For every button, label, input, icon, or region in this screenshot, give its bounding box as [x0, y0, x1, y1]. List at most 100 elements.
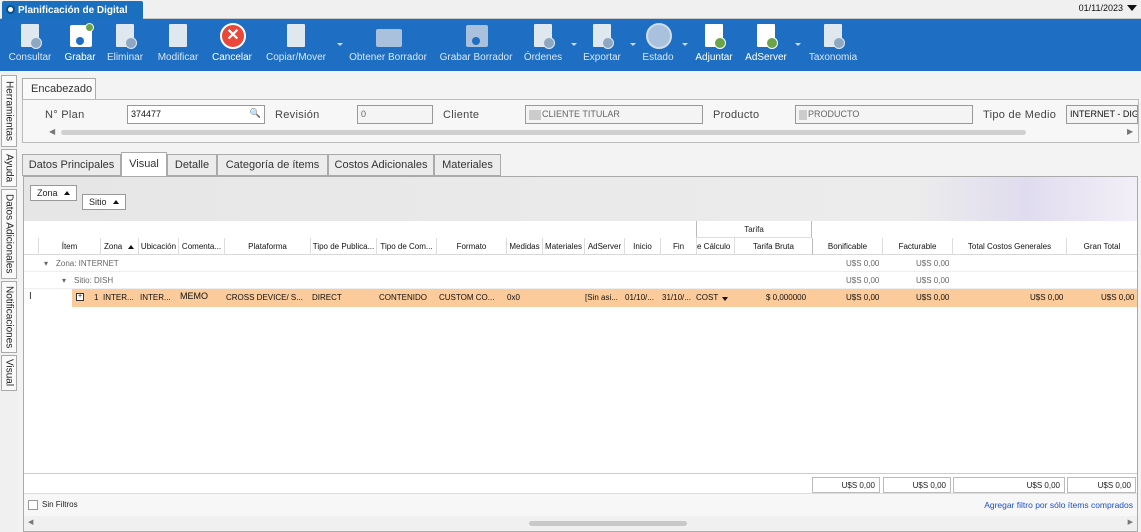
col-comentario[interactable]: Comenta... [178, 238, 224, 255]
sin-filtros-label: Sin Filtros [42, 500, 78, 509]
dropdown-arrow-icon[interactable] [1127, 5, 1137, 11]
consultar-button[interactable]: Consultar [6, 21, 54, 69]
revision-field[interactable]: 0 [357, 105, 433, 124]
scroll-right-icon[interactable]: ▶ [1128, 518, 1133, 526]
revision-label: Revisión [275, 109, 320, 121]
col-facturable[interactable]: Facturable [882, 238, 952, 255]
tab-ayuda[interactable]: Ayuda [1, 149, 17, 187]
adserver-button[interactable]: AdServer [744, 21, 788, 69]
copiar-dropdown-icon[interactable] [337, 43, 343, 46]
cliente-value: CLIENTE TITULAR [542, 109, 620, 119]
col-item[interactable]: Ítem [38, 238, 100, 255]
ordenes-dropdown-icon[interactable] [571, 43, 577, 46]
scroll-right-icon[interactable]: ▶ [1127, 127, 1133, 136]
tab-datos-principales[interactable]: Datos Principales [22, 154, 121, 176]
col-adserver[interactable]: AdServer [584, 238, 624, 255]
cliente-label: Cliente [443, 109, 480, 121]
collapse-icon[interactable]: ▾ [62, 276, 66, 285]
group-sitio-button[interactable]: Sitio [82, 194, 126, 210]
col-tarifa-bruta[interactable]: Tarifa Bruta [734, 238, 812, 255]
col-zona[interactable]: Zona [100, 238, 136, 255]
scroll-thumb[interactable] [529, 521, 687, 526]
filter-link[interactable]: Agregar filtro por sólo ítems comprados [984, 500, 1133, 510]
sort-up-icon [128, 245, 135, 249]
cancelar-button[interactable]: ✕ Cancelar [210, 21, 254, 69]
medio-label: Tipo de Medio [983, 109, 1057, 121]
modificar-button[interactable]: Modificar [154, 21, 202, 69]
tab-visual[interactable]: Visual [121, 152, 167, 176]
edit-document-icon [169, 24, 187, 47]
window-title: Planificación de Digital [18, 4, 128, 16]
adserver-dropdown-icon[interactable] [795, 43, 801, 46]
search-icon[interactable]: 🔍 [250, 108, 261, 119]
tab-costos-adicionales[interactable]: Costos Adicionales [328, 154, 434, 176]
group-row-zona[interactable]: ▾ Zona: INTERNET U$S 0,00 U$S 0,00 [24, 255, 1137, 272]
estado-dropdown-icon[interactable] [682, 43, 688, 46]
collapse-icon[interactable]: ▾ [44, 259, 48, 268]
copy-icon [287, 24, 305, 47]
cliente-field[interactable]: CLIENTE TITULAR [525, 105, 703, 124]
sort-up-icon [63, 191, 70, 195]
date-value: 01/11/2023 [1078, 3, 1123, 13]
expand-icon[interactable]: + [76, 293, 84, 301]
tab-notificaciones[interactable]: Notificaciones [1, 281, 17, 353]
exportar-dropdown-icon[interactable] [630, 43, 636, 46]
sin-filtros-checkbox[interactable] [28, 500, 38, 510]
col-tipo-compra[interactable]: Tipo de Com... [376, 238, 436, 255]
plan-input[interactable]: 374477 🔍 [127, 105, 265, 124]
scroll-left-icon[interactable]: ◀ [49, 127, 55, 136]
total-costos: U$S 0,00 [953, 477, 1065, 493]
tab-materiales[interactable]: Materiales [434, 154, 501, 176]
col-materiales[interactable]: Materiales [542, 238, 584, 255]
col-tipo-publicacion[interactable]: Tipo de Publica... [310, 238, 376, 255]
tab-visual-side[interactable]: Visual [1, 355, 17, 391]
folder-icon [376, 29, 402, 47]
scroll-left-icon[interactable]: ◀ [28, 518, 33, 526]
producto-field[interactable]: PRODUCTO [795, 105, 973, 124]
sort-up-icon [112, 200, 119, 204]
group-row-sitio[interactable]: ▾ Sitio: DISH U$S 0,00 U$S 0,00 [24, 272, 1137, 289]
grabar-borrador-button[interactable]: Grabar Borrador [438, 21, 514, 69]
grid-scrollbar[interactable]: ◀ ▶ [24, 516, 1137, 531]
plan-value: 374477 [131, 109, 162, 119]
date-display[interactable]: 01/11/2023 [1079, 3, 1137, 13]
group-zona-button[interactable]: Zona [30, 185, 77, 201]
totals-row: U$S 0,00 U$S 0,00 U$S 0,00 U$S 0,00 [24, 473, 1137, 493]
col-gran-total[interactable]: Gran Total [1066, 238, 1137, 255]
tab-detalle[interactable]: Detalle [167, 154, 217, 176]
col-medidas[interactable]: Medidas [506, 238, 542, 255]
adjuntar-button[interactable]: Adjuntar [692, 21, 736, 69]
cancel-icon: ✕ [220, 23, 246, 49]
taxonomia-button[interactable]: Taxonomia [806, 21, 860, 69]
total-bonificable: U$S 0,00 [812, 477, 880, 493]
col-plataforma[interactable]: Plataforma [224, 238, 310, 255]
medio-field[interactable]: INTERNET - DIGI [1066, 105, 1138, 124]
producto-value: PRODUCTO [808, 109, 860, 119]
col-bonificable[interactable]: Bonificable [812, 238, 882, 255]
header-scrollbar[interactable] [61, 130, 1026, 135]
col-fin[interactable]: Fin [660, 238, 696, 255]
copiar-mover-button[interactable]: Copiar/Mover [262, 21, 330, 69]
table-row[interactable]: + 1 INTER... INTER... MEMO CROSS DEVICE/… [72, 289, 1137, 307]
tab-herramientas[interactable]: Herramientas [1, 75, 17, 147]
total-gran-total: U$S 0,00 [1067, 477, 1136, 493]
eliminar-button[interactable]: Eliminar [104, 21, 146, 69]
main-panel: Encabezado N° Plan 374477 🔍 Revisión 0 Cl… [20, 74, 1141, 532]
window-tab[interactable]: Planificación de Digital [2, 1, 143, 19]
calculo-dropdown-icon[interactable] [722, 294, 728, 303]
exportar-button[interactable]: Exportar [580, 21, 624, 69]
col-formato[interactable]: Formato [436, 238, 506, 255]
ordenes-button[interactable]: Órdenes [522, 21, 564, 69]
col-total-costos[interactable]: Total Costos Generales [952, 238, 1066, 255]
toolbar: Consultar Grabar Eliminar Modificar ✕ Can… [0, 19, 1141, 71]
tab-categoria[interactable]: Categoría de ítems [217, 154, 328, 176]
tab-encabezado[interactable]: Encabezado [22, 78, 96, 100]
col-ubicacion[interactable]: Ubicación [138, 238, 178, 255]
tarifa-group-header: Tarifa [696, 221, 812, 238]
col-inicio[interactable]: Inicio [624, 238, 660, 255]
obtener-borrador-button[interactable]: Obtener Borrador [348, 21, 428, 69]
estado-button[interactable]: Estado [638, 21, 678, 69]
grabar-button[interactable]: Grabar [60, 21, 100, 69]
tab-datos-adicionales[interactable]: Datos Adicionales [1, 189, 17, 279]
col-calculo[interactable]: e Cálculo [696, 238, 734, 255]
